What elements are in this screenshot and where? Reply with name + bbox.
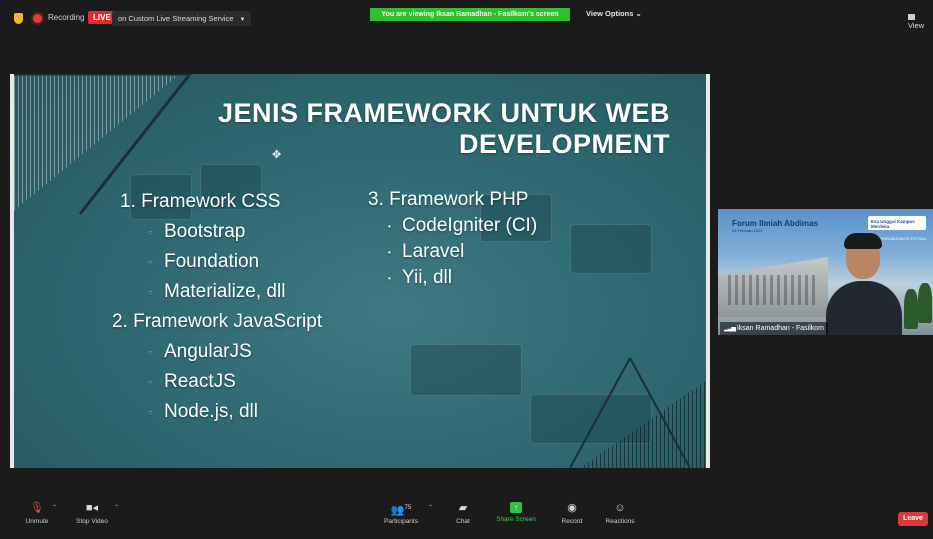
- view-options-label: View Options: [586, 9, 634, 18]
- list-item: Laravel: [368, 239, 537, 266]
- reactions-label: Reactions: [605, 518, 635, 525]
- list-item: Yii, dll: [368, 265, 537, 292]
- meeting-toolbar: 🎙 Unmute ⌃ ■◂ Stop Video ⌃ 👥75 Participa…: [0, 496, 933, 531]
- sponsor-logo-text: Esa Unggul Kampus Merdeka: [871, 219, 915, 229]
- list-heading: 1. Framework CSS: [120, 191, 281, 212]
- participant-video-tile[interactable]: Forum Ilmiah Abdimas 24 Februari 2022 Es…: [718, 209, 933, 335]
- decorative-triangle-outline: [570, 358, 690, 468]
- virtual-background-hashtag: #TEMUABDIMASFESTIVAL: [876, 236, 927, 241]
- building-windows: [728, 275, 818, 305]
- unmute-label: Unmute: [25, 518, 49, 525]
- slide-title-line: JENIS FRAMEWORK UNTUK WEB: [218, 98, 670, 128]
- chevron-up-icon[interactable]: ⌃: [114, 504, 119, 511]
- participant-hair: [844, 233, 882, 249]
- tree-graphic: [918, 283, 932, 323]
- list-item: Node.js, dll: [120, 397, 322, 428]
- virtual-background-date: 24 Februari 2022: [732, 228, 763, 233]
- share-screen-button[interactable]: ↑ Share Screen: [494, 502, 538, 523]
- stop-video-button[interactable]: ■◂ Stop Video: [70, 502, 114, 525]
- reactions-button[interactable]: ☺ Reactions: [602, 502, 638, 525]
- participants-button[interactable]: 👥75 Participants: [378, 502, 424, 525]
- smiley-add-icon: ☺: [614, 502, 626, 514]
- record-button[interactable]: ◉ Record: [558, 502, 586, 525]
- participants-count: 75: [404, 505, 412, 511]
- list-item: Foundation: [120, 247, 322, 278]
- slide-column-right: 3. Framework PHP CodeIgniter (CI) Larave…: [368, 187, 537, 292]
- slide-title-line: DEVELOPMENT: [458, 129, 670, 159]
- move-cursor-icon: ✥: [272, 149, 282, 161]
- chat-button[interactable]: ▰ Chat: [452, 502, 474, 525]
- participant-body: [826, 281, 902, 335]
- recording-icon[interactable]: [33, 14, 42, 23]
- security-shield-icon[interactable]: [14, 13, 23, 24]
- list-item: ReactJS: [120, 367, 322, 398]
- list-heading: 3. Framework PHP: [368, 189, 529, 210]
- list-item: AngularJS: [120, 337, 322, 368]
- keyboard-key-graphic: [410, 344, 522, 396]
- participants-icon: 👥75: [390, 504, 412, 517]
- tree-graphic: [904, 289, 918, 329]
- unmute-button[interactable]: 🎙 Unmute: [20, 502, 54, 525]
- list-item: Materialize, dll: [120, 277, 322, 308]
- participants-label: Participants: [384, 518, 418, 525]
- live-stream-dropdown[interactable]: on Custom Live Streaming Service ▼: [112, 11, 252, 26]
- video-camera-icon: ■◂: [85, 502, 99, 514]
- shared-screen-slide: JENIS FRAMEWORK UNTUK WEB DEVELOPMENT ✥ …: [10, 74, 710, 468]
- live-stream-label: on Custom Live Streaming Service: [118, 14, 234, 23]
- recording-label[interactable]: Recording: [48, 13, 84, 22]
- record-label: Record: [561, 518, 583, 525]
- record-icon: ◉: [567, 502, 577, 514]
- chevron-up-icon[interactable]: ⌃: [52, 504, 57, 511]
- keyboard-key-graphic: [570, 224, 652, 274]
- meeting-top-bar: Recording LIVE on Custom Live Streaming …: [0, 0, 933, 38]
- chevron-down-icon: ▼: [239, 17, 246, 23]
- chat-bubble-icon: ▰: [458, 502, 468, 514]
- view-label: View: [908, 21, 925, 30]
- chevron-down-icon: ⌄: [635, 9, 642, 18]
- share-screen-label: Share Screen: [496, 516, 536, 523]
- leave-button[interactable]: Leave: [898, 512, 928, 526]
- view-button[interactable]: View: [908, 12, 933, 30]
- share-screen-icon: ↑: [510, 502, 522, 513]
- grid-view-icon: [908, 14, 915, 21]
- list-item: Bootstrap: [120, 217, 322, 248]
- chat-label: Chat: [456, 518, 470, 525]
- participant-name: Iksan Ramadhan - Fasilkom: [736, 325, 824, 332]
- slide-column-left: 1. Framework CSS Bootstrap Foundation Ma…: [112, 187, 322, 428]
- microphone-muted-icon: 🎙: [30, 502, 44, 514]
- chevron-up-icon[interactable]: ⌃: [428, 504, 433, 511]
- virtual-background-title: Forum Ilmiah Abdimas: [732, 219, 818, 228]
- slide-title: JENIS FRAMEWORK UNTUK WEB DEVELOPMENT: [218, 98, 670, 160]
- view-options-button[interactable]: View Options ⌄: [586, 9, 642, 18]
- stop-video-label: Stop Video: [76, 518, 108, 525]
- list-heading: 2. Framework JavaScript: [112, 311, 323, 332]
- viewing-screen-banner: You are viewing Iksan Ramadhan - Fasilko…: [370, 8, 570, 21]
- list-item: CodeIgniter (CI): [368, 213, 537, 240]
- participant-name-tag: ▂▃▅ Iksan Ramadhan - Fasilkom: [720, 322, 828, 335]
- signal-strength-icon: ▂▃▅: [724, 326, 736, 332]
